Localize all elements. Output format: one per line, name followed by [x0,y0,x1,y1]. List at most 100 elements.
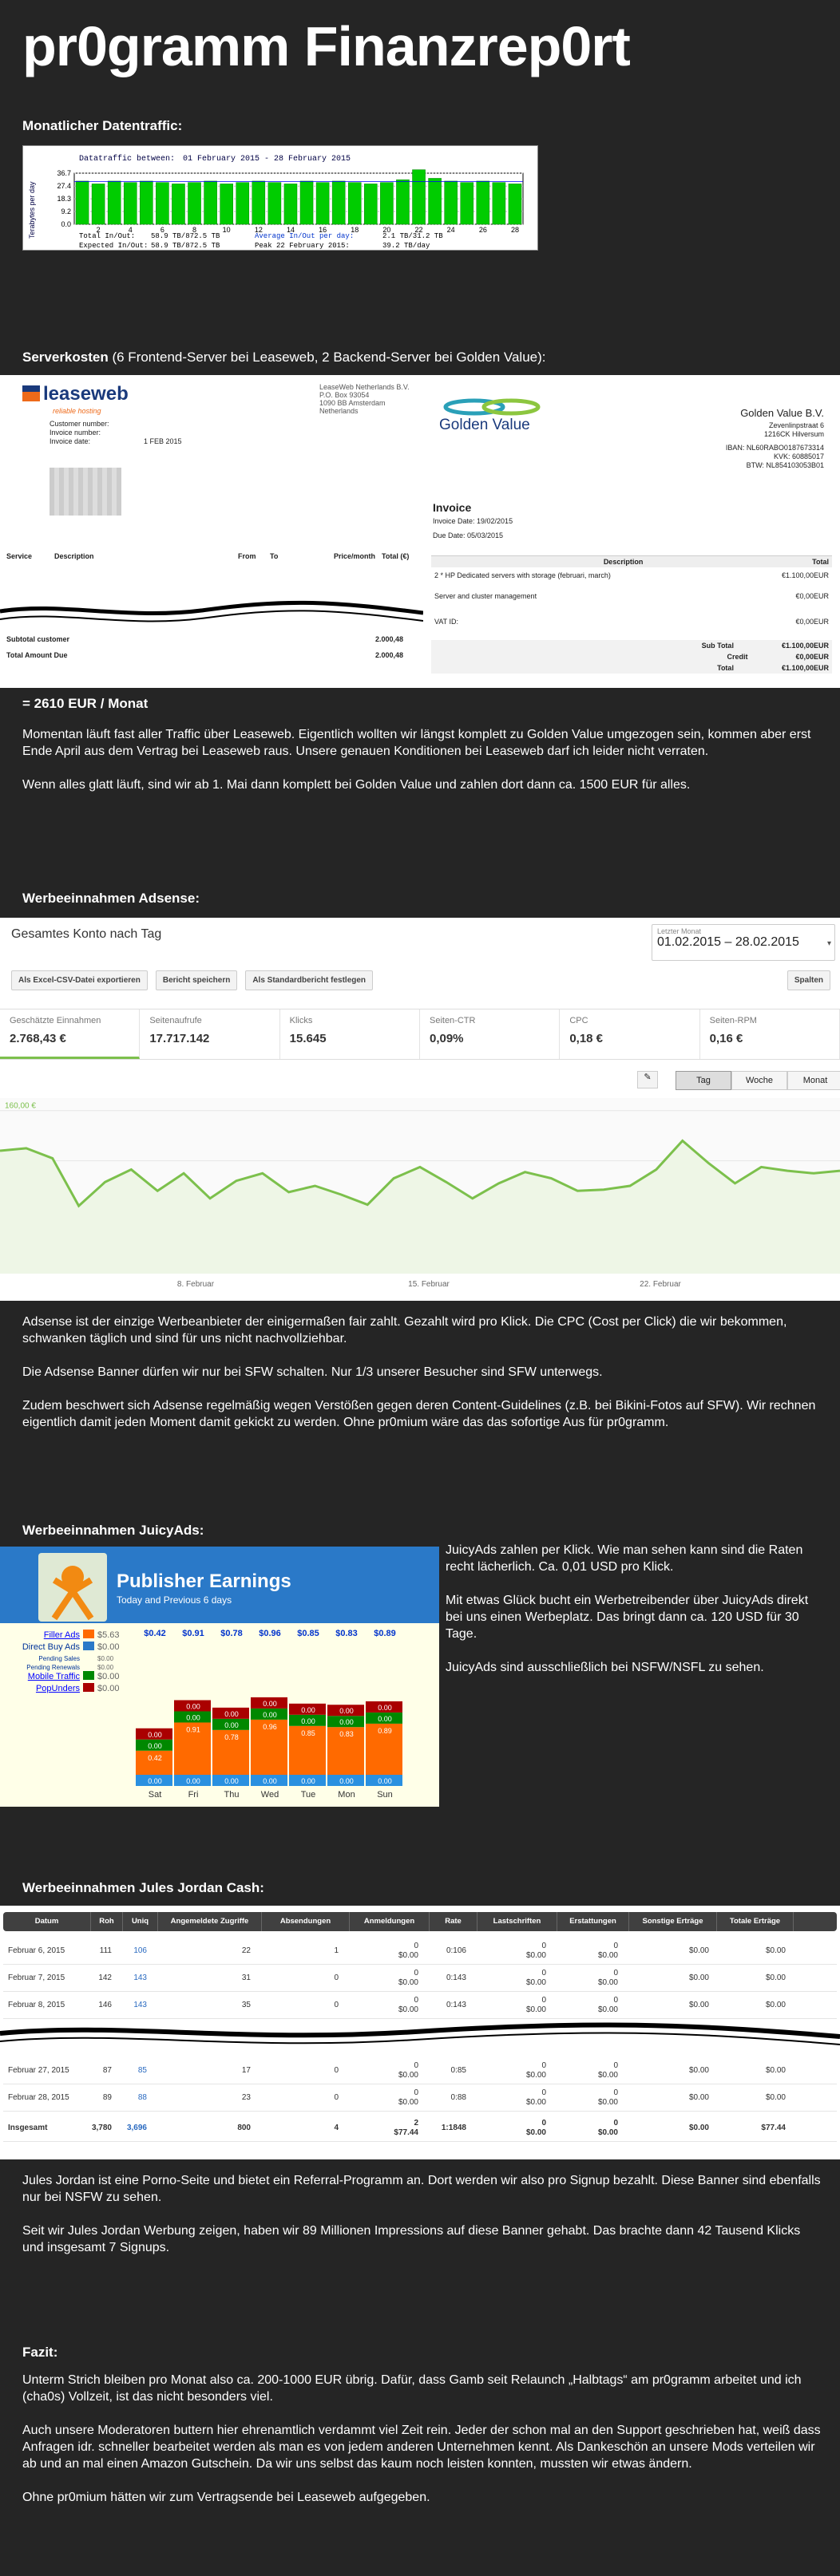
juicy-heading: Werbeeinnahmen JuicyAds: [22,1523,204,1538]
table-cell: 0 $0.00 [557,2119,629,2138]
col-header[interactable]: Uniq [123,1912,158,1931]
table-cell: 0 $0.00 [477,1942,557,1961]
gv-address: Zevenlinpstraat 6 1216CK Hilversum [764,421,824,439]
col-header[interactable]: Absendungen [262,1912,350,1931]
col-header[interactable]: Rate [430,1912,477,1931]
segment-label: 0.00 [148,1777,162,1785]
segment-label: 0.00 [224,1710,239,1718]
metric-card[interactable]: Seiten-CTR 0,09% [420,1009,561,1059]
bar [236,182,250,225]
col-header[interactable]: Totale Erträge [717,1912,794,1931]
cell-count: 0 [613,2118,618,2128]
table-cell: 1:1848 [441,2123,466,2132]
cell-amount: $0.00 [398,2005,418,2014]
export-csv-button[interactable]: Als Excel-CSV-Datei exportieren [11,970,148,990]
table-cell: Februar 27, 2015 [8,2065,69,2075]
metric-label: Geschätzte Einnahmen [10,1016,101,1025]
col-header[interactable]: Erstattungen [557,1912,629,1931]
table-row: Februar 7, 2015 142 143 31 0 0 $0.00 0:143 0 $0.0… [3,1965,837,1992]
col-header[interactable]: Datum [3,1912,91,1931]
date-range-picker[interactable]: Letzter Monat 01.02.2015 – 28.02.2015 ▾ [652,924,835,961]
legend-value: $0.00 [97,1664,114,1671]
cell-amount: $0.00 [597,2070,618,2080]
cell-count: 0 [541,2060,546,2070]
y-tick-label: 27.4 [57,182,71,190]
col-header[interactable]: Angemeldete Zugriffe [158,1912,262,1931]
table-cell: 22 [241,1946,251,1955]
paragraph: Ohne pr0mium hätten wir zum Vertragsende… [22,2491,430,2504]
gv-kvk: KVK: 60885017 [773,452,824,460]
traffic-avg-label: Average In/Out per day: [255,232,354,240]
table-cell: Februar 6, 2015 [8,1946,65,1955]
legend-label[interactable]: Mobile Traffic [28,1671,80,1683]
paragraph: Auch unsere Moderatoren buttern hier ehr… [22,2424,821,2471]
cell-amount: $0.00 [525,2097,546,2107]
gv-rows: 2 * HP Dedicated servers with storage (f… [434,571,829,642]
table-cell: 0 $0.00 [477,1969,557,1988]
columns-button[interactable]: Spalten [787,970,830,990]
traffic-chart: Datatraffic between: 01 February 2015 - … [28,154,524,250]
tab-woche[interactable]: Woche [731,1071,787,1090]
metric-label: Seitenaufrufe [149,1016,202,1025]
save-report-button[interactable]: Bericht speichern [155,970,238,990]
metric-value: 2.768,43 € [10,1032,66,1045]
annotation-icon[interactable]: ✎ [637,1071,658,1088]
legend-swatch [83,1653,94,1662]
metric-card[interactable]: Seiten-RPM 0,16 € [700,1009,840,1059]
col-price: Price/month [334,552,376,560]
metric-card[interactable]: Seitenaufrufe 17.717.142 [140,1009,280,1059]
metric-card[interactable]: Geschätzte Einnahmen 2.768,43 € [0,1009,141,1059]
x-tick-label: Tue [301,1790,316,1800]
legend-swatch [83,1630,94,1638]
table-cell: 1 [334,1946,339,1955]
range-value: 01.02.2015 – 28.02.2015 [657,935,799,949]
segment-label: 0.00 [148,1731,162,1739]
jules-heading: Werbeeinnahmen Jules Jordan Cash: [22,1880,264,1895]
segment-label: 0.00 [301,1777,315,1785]
col-header[interactable]: Lastschriften [477,1912,557,1931]
col-header[interactable]: Sonstige Erträge [629,1912,717,1931]
cell-count: 0 [541,2118,546,2128]
traffic-ylabel: Terabytes per day [28,181,36,239]
cell-count: 0 [414,2060,418,2070]
gv-total-label: Credit [727,653,748,661]
table-cell: 17 [241,2065,251,2075]
y-tick-label: 18.3 [57,195,71,203]
gv-totals: Sub Total €1.100,00EUR Credit €0,00EUR Tot… [431,640,832,674]
gv-row-total: €0,00EUR [795,592,829,600]
paragraph: Seit wir Jules Jordan Werbung zeigen, ha… [22,2224,801,2254]
table-row: Februar 28, 2015 89 88 23 0 0 $0.00 0:88 0 $0.00 0… [3,2084,837,2112]
tab-monat[interactable]: Monat [787,1071,840,1090]
x-tick-label: 28 [511,226,519,234]
bar [252,180,266,225]
table-cell: Insgesamt [8,2123,48,2132]
table-cell: 0 $0.00 [557,1996,629,2015]
cell-count: 0 [613,1941,618,1950]
table-cell: 142 [98,1973,112,1982]
legend-label[interactable]: PopUnders [36,1683,80,1695]
set-default-button[interactable]: Als Standardbericht festlegen [245,970,374,990]
subtotal-value: 2.000,48 [375,635,404,643]
server-text: Momentan läuft fast aller Traffic über L… [22,726,821,810]
legend-swatch [83,1683,94,1692]
traffic-exp-value: 58.9 TB/872.5 TB [151,242,220,250]
legend-label[interactable]: Filler Ads [44,1630,80,1642]
juicy-chart: $0.42 0.00 0.42 0.00 0.00 Sat $0.91 0.00 0.91 0.0… [136,1629,402,1800]
tab-tag[interactable]: Tag [676,1071,731,1090]
cell-amount: $0.00 [525,1977,546,1987]
bar [188,182,201,225]
gv-ids: IBAN: NL60RABO0187673314 KVK: 60885017 BTW… [726,444,824,470]
table-cell: 0:143 [446,2000,466,2009]
col-header[interactable]: Anmeldungen [350,1912,430,1931]
y-tick-label: 0.0 [61,220,71,228]
table-cell: 0 $0.00 [350,2061,430,2080]
metric-card[interactable]: CPC 0,18 € [560,1009,700,1059]
metric-card[interactable]: Klicks 15.645 [280,1009,420,1059]
leaseweb-addr-line: LeaseWeb Netherlands B.V. [319,383,410,391]
col-header[interactable]: Roh [91,1912,123,1931]
table-cell: 0 $0.00 [477,2061,557,2080]
table-cell: Februar 7, 2015 [8,1973,65,1982]
metric-label: Seiten-RPM [709,1016,757,1025]
gv-total-value: €1.100,00EUR [781,664,829,672]
segment-label: 0.00 [378,1777,392,1785]
